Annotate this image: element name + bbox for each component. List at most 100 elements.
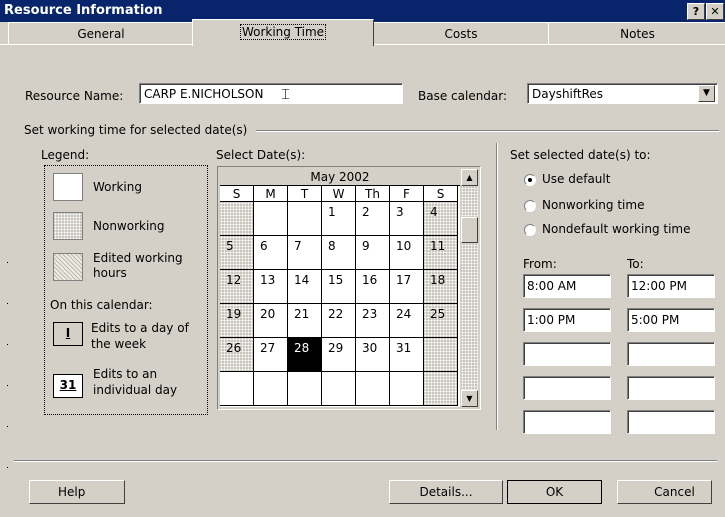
- weekday-header[interactable]: W: [322, 186, 356, 202]
- calendar-day[interactable]: 5: [220, 236, 254, 270]
- edited-hours-swatch: [53, 253, 83, 281]
- calendar-day[interactable]: 16: [356, 270, 390, 304]
- calendar-day[interactable]: 20: [254, 304, 288, 338]
- scroll-thumb[interactable]: [461, 217, 478, 243]
- to-time-field[interactable]: [627, 376, 715, 400]
- use-default-label[interactable]: Use default: [542, 172, 610, 186]
- to-time-field[interactable]: 12:00 PM: [627, 274, 715, 298]
- calendar-day[interactable]: 26: [220, 338, 254, 372]
- to-label: To:: [627, 257, 644, 271]
- base-calendar-value: DayshiftRes: [532, 87, 604, 101]
- tab-working-time-label: Working Time: [239, 24, 327, 40]
- ok-button[interactable]: OK: [507, 480, 602, 504]
- legend-nonworking: Nonworking: [93, 219, 165, 233]
- dialog-title: Resource Information: [4, 3, 163, 18]
- section-divider: [496, 143, 498, 430]
- calendar-day[interactable]: 2: [356, 202, 390, 236]
- weekday-header[interactable]: F: [390, 186, 424, 202]
- day-of-week-icon: I: [53, 322, 83, 346]
- calendar-day[interactable]: 1: [322, 202, 356, 236]
- calendar-empty-cell[interactable]: [288, 202, 322, 236]
- from-label: From:: [523, 257, 557, 271]
- to-time-field[interactable]: [627, 410, 715, 434]
- nondefault-working-radio[interactable]: [524, 224, 536, 236]
- close-icon[interactable]: ✕: [706, 3, 724, 20]
- calendar-day[interactable]: 28: [288, 338, 322, 372]
- calendar-empty-cell[interactable]: [424, 372, 458, 406]
- calendar-empty-cell[interactable]: [390, 372, 424, 406]
- calendar-grid[interactable]: May 2002 S M T W Th F S 1 2 3 4 5 6 7 8 9 10 11 12 13 14 15 16…: [220, 169, 460, 407]
- calendar-day[interactable]: 27: [254, 338, 288, 372]
- from-time-field[interactable]: [523, 342, 611, 366]
- from-time-field[interactable]: 1:00 PM: [523, 308, 611, 332]
- group-title: Set working time for selected date(s): [24, 123, 251, 137]
- weekday-header[interactable]: T: [288, 186, 322, 202]
- calendar-scrollbar[interactable]: ▲ ▼: [461, 169, 478, 407]
- calendar-empty-cell[interactable]: [254, 372, 288, 406]
- weekday-header[interactable]: S: [220, 186, 254, 202]
- calendar-day[interactable]: 23: [356, 304, 390, 338]
- legend-on-calendar: On this calendar:: [50, 298, 153, 312]
- weekday-header[interactable]: S: [424, 186, 458, 202]
- select-dates-label: Select Date(s):: [216, 148, 306, 162]
- from-time-field[interactable]: [523, 376, 611, 400]
- legend-day-of-week: Edits to a day of the week: [91, 321, 189, 351]
- calendar-empty-cell[interactable]: [356, 372, 390, 406]
- resource-name-input[interactable]: CARP E.NICHOLSON ⌶: [139, 83, 403, 104]
- help-button[interactable]: Help: [29, 480, 125, 504]
- calendar-day[interactable]: 10: [390, 236, 424, 270]
- calendar-day[interactable]: 6: [254, 236, 288, 270]
- calendar-empty-cell[interactable]: [424, 338, 458, 372]
- tab-working-time[interactable]: Working Time: [192, 19, 374, 46]
- calendar-empty-cell[interactable]: [288, 372, 322, 406]
- base-calendar-select[interactable]: DayshiftRes ▼: [527, 83, 718, 104]
- help-icon[interactable]: ?: [687, 3, 705, 20]
- calendar-day[interactable]: 14: [288, 270, 322, 304]
- scroll-up-icon[interactable]: ▲: [461, 169, 478, 186]
- calendar-day[interactable]: 17: [390, 270, 424, 304]
- to-time-field[interactable]: [627, 342, 715, 366]
- nondefault-working-label[interactable]: Nondefault working time: [542, 222, 690, 236]
- calendar-day[interactable]: 13: [254, 270, 288, 304]
- details-button[interactable]: Details...: [389, 480, 503, 504]
- calendar-day[interactable]: 4: [424, 202, 458, 236]
- scroll-down-icon[interactable]: ▼: [461, 390, 478, 407]
- calendar-empty-cell[interactable]: [220, 202, 254, 236]
- weekday-header[interactable]: M: [254, 186, 288, 202]
- set-dates-title: Set selected date(s) to:: [510, 148, 651, 162]
- calendar-day[interactable]: 30: [356, 338, 390, 372]
- calendar-day[interactable]: 25: [424, 304, 458, 338]
- tab-costs[interactable]: Costs: [372, 22, 550, 45]
- base-calendar-label: Base calendar:: [418, 89, 508, 103]
- calendar-day[interactable]: 24: [390, 304, 424, 338]
- calendar-day[interactable]: 9: [356, 236, 390, 270]
- calendar-empty-cell[interactable]: [220, 372, 254, 406]
- nonworking-time-radio[interactable]: [524, 200, 536, 212]
- cancel-button[interactable]: Cancel: [617, 480, 712, 504]
- calendar-empty-cell[interactable]: [322, 372, 356, 406]
- calendar-day[interactable]: 18: [424, 270, 458, 304]
- from-time-field[interactable]: 8:00 AM: [523, 274, 611, 298]
- legend-edited: Edited working hours: [93, 251, 183, 280]
- from-time-field[interactable]: [523, 410, 611, 434]
- tab-general[interactable]: General: [8, 22, 194, 45]
- calendar-day[interactable]: 15: [322, 270, 356, 304]
- chevron-down-icon[interactable]: ▼: [698, 85, 715, 102]
- use-default-radio[interactable]: [524, 174, 536, 186]
- calendar-day[interactable]: 19: [220, 304, 254, 338]
- nonworking-time-label[interactable]: Nonworking time: [542, 198, 644, 212]
- calendar-day[interactable]: 21: [288, 304, 322, 338]
- calendar-day[interactable]: 8: [322, 236, 356, 270]
- tab-notes[interactable]: Notes: [548, 22, 725, 45]
- to-time-field[interactable]: 5:00 PM: [627, 308, 715, 332]
- calendar-day[interactable]: 22: [322, 304, 356, 338]
- calendar-day[interactable]: 12: [220, 270, 254, 304]
- calendar-day[interactable]: 11: [424, 236, 458, 270]
- calendar-day[interactable]: 7: [288, 236, 322, 270]
- calendar-day[interactable]: 3: [390, 202, 424, 236]
- calendar-empty-cell[interactable]: [254, 202, 288, 236]
- weekday-header[interactable]: Th: [356, 186, 390, 202]
- calendar[interactable]: May 2002 S M T W Th F S 1 2 3 4 5 6 7 8 9 10 11 12 13 14 15 16…: [217, 166, 481, 410]
- calendar-day[interactable]: 31: [390, 338, 424, 372]
- calendar-day[interactable]: 29: [322, 338, 356, 372]
